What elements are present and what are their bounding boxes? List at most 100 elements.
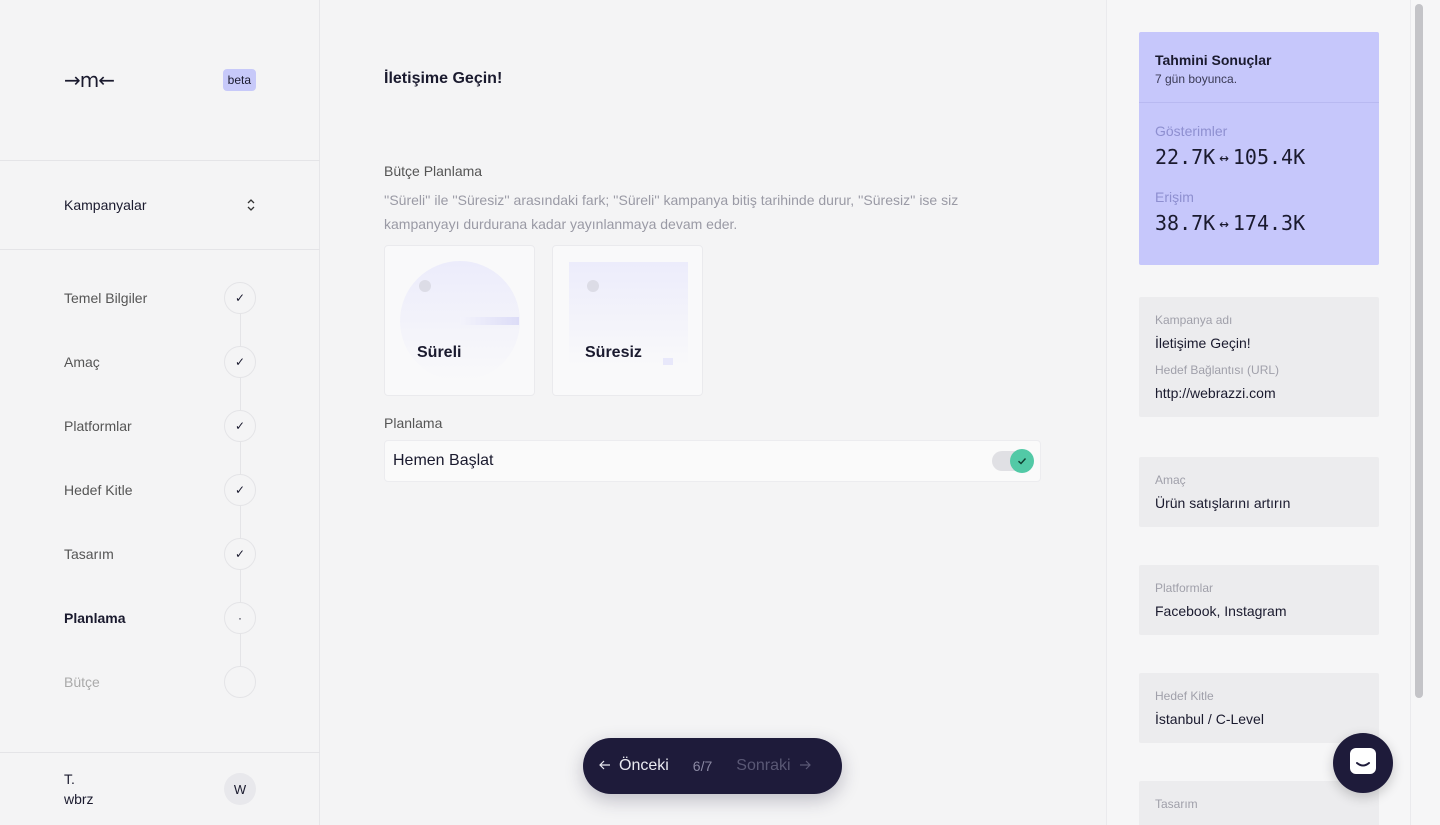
range-arrow-icon: ↔ (1219, 213, 1229, 233)
campaign-select[interactable]: Kampanyalar (64, 193, 256, 217)
sidebar: →m← beta Kampanyalar Temel Bilgiler ✓ Am… (0, 0, 320, 825)
summary-label: Platformlar (1155, 581, 1214, 595)
summary-value: Ürün satışlarını artırın (1155, 495, 1291, 511)
arrow-left-icon (599, 757, 611, 775)
step-connector (240, 314, 241, 346)
step-item-tasarim[interactable]: Tasarım ✓ (64, 538, 256, 602)
metric-range: 38.7K ↔ 174.3K (1155, 211, 1363, 235)
step-item-temel-bilgiler[interactable]: Temel Bilgiler ✓ (64, 282, 256, 346)
metric-max: 105.4K (1232, 145, 1306, 169)
check-icon: ✓ (224, 282, 256, 314)
summary-value: İstanbul / C-Level (1155, 711, 1264, 727)
divider (0, 752, 320, 753)
summary-label: Hedef Kitle (1155, 689, 1214, 703)
summary-audience-card: Hedef Kitle İstanbul / C-Level (1139, 673, 1379, 743)
chat-launcher-button[interactable] (1333, 733, 1393, 793)
scrollbar[interactable] (1410, 0, 1440, 825)
previous-label: Önceki (619, 757, 669, 774)
summary-goal-card: Amaç Ürün satışlarını artırın (1139, 457, 1379, 527)
step-connector (240, 506, 241, 538)
user-name: T. wbrz (64, 769, 94, 809)
step-item-planlama[interactable]: Planlama · (64, 602, 256, 666)
metric-label: Gösterimler (1155, 123, 1228, 139)
step-label: Temel Bilgiler (64, 290, 148, 306)
chat-icon (1348, 746, 1378, 781)
start-now-toggle[interactable] (992, 449, 1034, 473)
step-item-platformlar[interactable]: Platformlar ✓ (64, 410, 256, 474)
check-icon: ✓ (224, 538, 256, 570)
range-arrow-icon: ↔ (1219, 147, 1229, 167)
sureli-illustration-icon (400, 261, 520, 381)
current-step-dot-icon: · (224, 602, 256, 634)
step-label: Planlama (64, 610, 126, 626)
metric-range: 22.7K ↔ 105.4K (1155, 145, 1363, 169)
user-handle: wbrz (64, 791, 94, 807)
metric-min: 38.7K (1155, 211, 1216, 235)
check-icon (1010, 449, 1034, 473)
step-pager: Önceki 6/7 Sonraki (583, 738, 842, 794)
suresiz-illustration-icon (569, 262, 688, 366)
step-connector (240, 442, 241, 474)
estimate-subtitle: 7 gün boyunca. (1155, 72, 1238, 86)
summary-campaign-card: Kampanya adı İletişime Geçin! Hedef Bağl… (1139, 297, 1379, 417)
main-content: İletişime Geçin! Bütçe Planlama ''Süreli… (320, 0, 1106, 825)
summary-design-card: Tasarım (1139, 781, 1379, 825)
option-label: Süreli (417, 344, 462, 361)
budget-section-label: Bütçe Planlama (384, 163, 483, 179)
step-item-amac[interactable]: Amaç ✓ (64, 346, 256, 410)
step-item-butce: Bütçe (64, 666, 256, 730)
previous-button[interactable]: Önceki (599, 757, 669, 775)
summary-value: İletişime Geçin! (1155, 335, 1251, 351)
step-item-hedef-kitle[interactable]: Hedef Kitle ✓ (64, 474, 256, 538)
divider (0, 160, 320, 161)
page-title: İletişime Geçin! (384, 70, 503, 87)
summary-platforms-card: Platformlar Facebook, Instagram (1139, 565, 1379, 635)
step-connector (240, 570, 241, 602)
step-list: Temel Bilgiler ✓ Amaç ✓ Platformlar ✓ He… (64, 282, 256, 730)
option-card-suresiz[interactable]: Süresiz (552, 245, 703, 396)
metric-label: Erişim (1155, 189, 1194, 205)
estimate-header: Tahmini Sonuçlar 7 gün boyunca. (1139, 32, 1379, 103)
step-label: Hedef Kitle (64, 482, 133, 498)
metric-max: 174.3K (1232, 211, 1306, 235)
metric-min: 22.7K (1155, 145, 1216, 169)
check-icon: ✓ (224, 474, 256, 506)
summary-label: Hedef Bağlantısı (URL) (1155, 363, 1280, 377)
step-connector (240, 634, 241, 666)
step-connector (240, 378, 241, 410)
summary-value: http://webrazzi.com (1155, 385, 1276, 401)
reach-metric: Erişim 38.7K ↔ 174.3K (1139, 189, 1379, 235)
empty-step-dot-icon (224, 666, 256, 698)
chevron-updown-icon (246, 198, 256, 212)
avatar[interactable]: W (224, 773, 256, 805)
app-logo[interactable]: →m← (64, 68, 115, 92)
campaign-select-label: Kampanyalar (64, 197, 147, 213)
scrollbar-thumb[interactable] (1415, 4, 1423, 698)
next-label: Sonraki (736, 757, 791, 774)
schedule-option-label: Hemen Başlat (393, 452, 494, 469)
user-menu[interactable]: T. wbrz W (64, 768, 256, 810)
estimated-results-card: Tahmini Sonuçlar 7 gün boyunca. Gösterim… (1139, 32, 1379, 265)
check-icon: ✓ (224, 410, 256, 442)
step-label: Amaç (64, 354, 100, 370)
arrow-right-icon (799, 757, 811, 775)
schedule-section-label: Planlama (384, 415, 443, 431)
summary-label: Amaç (1155, 473, 1186, 487)
option-label: Süresiz (585, 344, 642, 361)
step-label: Bütçe (64, 674, 100, 690)
step-counter: 6/7 (692, 758, 713, 774)
estimate-title: Tahmini Sonuçlar (1155, 52, 1272, 68)
summary-panel: Tahmini Sonuçlar 7 gün boyunca. Gösterim… (1106, 0, 1410, 825)
schedule-start-toggle-row[interactable]: Hemen Başlat (384, 440, 1041, 482)
summary-label: Tasarım (1155, 797, 1198, 811)
option-card-sureli[interactable]: Süreli (384, 245, 535, 396)
logo-row: →m← beta (64, 68, 256, 92)
check-icon: ✓ (224, 346, 256, 378)
summary-label: Kampanya adı (1155, 313, 1233, 327)
next-button[interactable]: Sonraki (736, 757, 811, 775)
budget-description: ''Süreli'' ile ''Süresiz'' arasındaki fa… (384, 192, 959, 232)
beta-badge: beta (222, 69, 256, 91)
step-label: Platformlar (64, 418, 132, 434)
summary-value: Facebook, Instagram (1155, 603, 1287, 619)
impressions-metric: Gösterimler 22.7K ↔ 105.4K (1139, 123, 1379, 169)
